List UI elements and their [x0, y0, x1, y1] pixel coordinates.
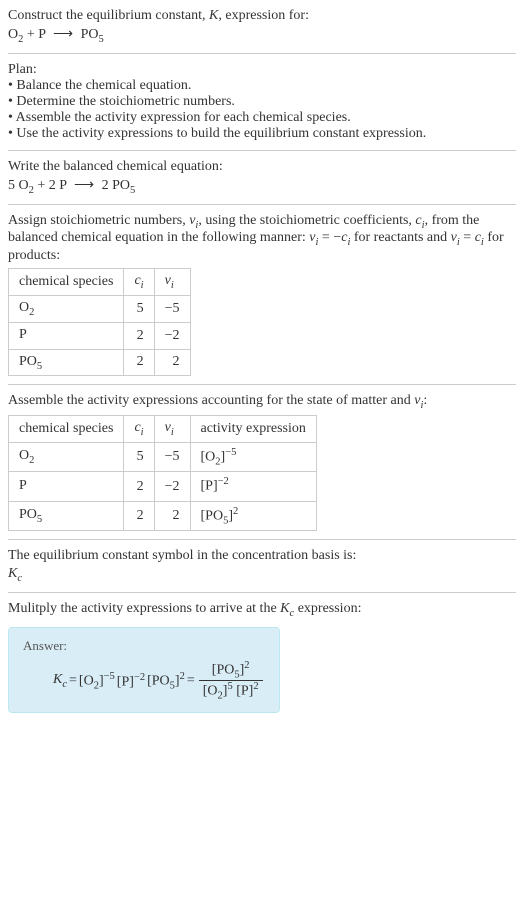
col-c: ci	[124, 269, 154, 296]
table-row: P 2 −2	[9, 322, 191, 349]
prompt-section: Construct the equilibrium constant, K, e…	[8, 8, 516, 45]
divider	[8, 592, 516, 593]
table-row: O2 5 −5	[9, 295, 191, 322]
table-row: PO5 2 2	[9, 349, 191, 376]
assign-section: Assign stoichiometric numbers, νi, using…	[8, 213, 516, 377]
col-nu: νi	[154, 416, 190, 443]
answer-equation: Kc = [O2]−5 [P]−2 [PO5]2 = [PO5]2 [O2]5 …	[23, 660, 265, 702]
balanced-section: Write the balanced chemical equation: 5 …	[8, 159, 516, 196]
table-row: O2 5 −5 [O2]−5	[9, 442, 317, 471]
stoich-table: chemical species ci νi O2 5 −5 P 2 −2 PO…	[8, 268, 191, 376]
assemble-section: Assemble the activity expressions accoun…	[8, 393, 516, 531]
plan-item: Determine the stoichiometric numbers.	[8, 94, 516, 110]
fraction-denominator: [O2]5 [P]2	[199, 681, 263, 701]
activity-table: chemical species ci νi activity expressi…	[8, 415, 317, 531]
kc-symbol: Kc	[8, 566, 516, 584]
plan-section: Plan: Balance the chemical equation. Det…	[8, 62, 516, 142]
prompt-text-2: , expression for:	[218, 8, 309, 23]
fraction: [PO5]2 [O2]5 [P]2	[199, 660, 263, 702]
balanced-title: Write the balanced chemical equation:	[8, 159, 516, 175]
plan-item: Balance the chemical equation.	[8, 78, 516, 94]
plan-item: Assemble the activity expression for eac…	[8, 110, 516, 126]
plan-title: Plan:	[8, 62, 516, 78]
col-c: ci	[124, 416, 154, 443]
divider	[8, 150, 516, 151]
answer-box: Answer: Kc = [O2]−5 [P]−2 [PO5]2 = [PO5]…	[8, 627, 280, 713]
col-species: chemical species	[9, 416, 124, 443]
divider	[8, 384, 516, 385]
plan-list: Balance the chemical equation. Determine…	[8, 78, 516, 142]
divider	[8, 204, 516, 205]
unbalanced-equation: O2 + P ⟶ PO5	[8, 26, 516, 45]
k-symbol: K	[209, 8, 218, 23]
answer-label: Answer:	[23, 638, 265, 654]
symbol-section: The equilibrium constant symbol in the c…	[8, 548, 516, 584]
col-activity: activity expression	[190, 416, 316, 443]
table-row: PO5 2 2 [PO5]2	[9, 501, 317, 530]
table-header-row: chemical species ci νi	[9, 269, 191, 296]
multiply-section: Mulitply the activity expressions to arr…	[8, 601, 516, 619]
divider	[8, 539, 516, 540]
fraction-numerator: [PO5]2	[199, 660, 263, 681]
table-header-row: chemical species ci νi activity expressi…	[9, 416, 317, 443]
balanced-equation: 5 O2 + 2 P ⟶ 2 PO5	[8, 177, 516, 196]
plan-item: Use the activity expressions to build th…	[8, 126, 516, 142]
symbol-text: The equilibrium constant symbol in the c…	[8, 548, 516, 564]
divider	[8, 53, 516, 54]
prompt-text: Construct the equilibrium constant,	[8, 8, 209, 23]
col-species: chemical species	[9, 269, 124, 296]
table-row: P 2 −2 [P]−2	[9, 472, 317, 501]
col-nu: νi	[154, 269, 190, 296]
